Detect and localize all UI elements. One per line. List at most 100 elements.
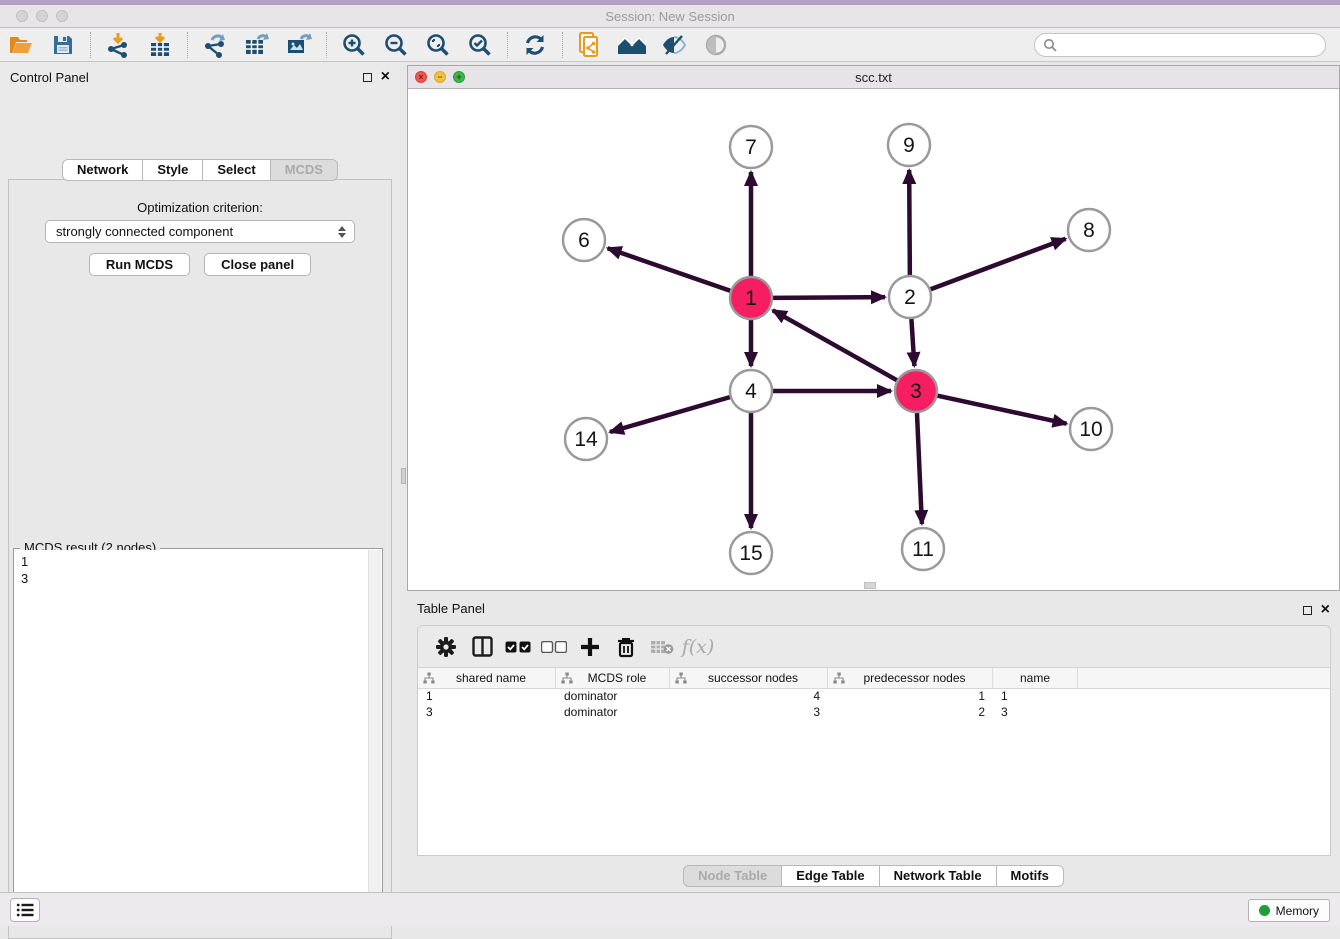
tab-mcds[interactable]: MCDS — [271, 159, 338, 181]
hierarchy-icon — [675, 672, 687, 684]
zoom-in-icon[interactable] — [337, 30, 371, 60]
close-table-panel-icon[interactable]: × — [1321, 604, 1330, 616]
graph-node-10[interactable]: 10 — [1070, 408, 1112, 450]
show-graphics-details-icon[interactable] — [699, 30, 733, 60]
graph-node-8[interactable]: 8 — [1068, 209, 1110, 251]
column-header-successor-nodes[interactable]: successor nodes — [670, 668, 828, 688]
network-canvas[interactable]: 1 2 3 4 6 7 8 9 10 11 14 15 — [408, 89, 1339, 590]
graph-node-1[interactable]: 1 — [730, 277, 772, 319]
show-column-panel-icon[interactable] — [464, 632, 500, 662]
edge-4-14 — [610, 397, 730, 432]
result-scrollbar[interactable] — [368, 550, 381, 922]
table-row[interactable]: 3dominator323 — [418, 705, 1330, 721]
node-label: 8 — [1083, 219, 1095, 242]
splitter-handle[interactable] — [401, 468, 406, 484]
export-network-icon[interactable] — [198, 30, 232, 60]
column-header-predecessor-nodes[interactable]: predecessor nodes — [828, 668, 993, 688]
node-label: 2 — [904, 286, 916, 309]
deselect-all-checks-icon[interactable] — [536, 632, 572, 662]
node-table-container: f(x) shared name MCDS rolesuccessor nodes… — [417, 625, 1331, 856]
zoom-selected-icon[interactable] — [463, 30, 497, 60]
hierarchy-icon — [833, 672, 845, 684]
criterion-select[interactable]: strongly connected component — [45, 220, 355, 243]
network-view-window: × − + scc.txt 1 2 3 4 6 7 8 9 10 11 14 15 — [407, 65, 1340, 591]
column-header-shared-name[interactable]: shared name — [418, 668, 556, 688]
edge-3-1 — [773, 310, 897, 380]
optimization-criterion-label: Optimization criterion: — [9, 200, 391, 215]
list-icon — [16, 902, 34, 918]
graph-node-3[interactable]: 3 — [895, 370, 937, 412]
refresh-layout-icon[interactable] — [518, 30, 552, 60]
table-panel: Table Panel × — [407, 595, 1340, 888]
search-icon — [1043, 38, 1057, 52]
graph-node-9[interactable]: 9 — [888, 124, 930, 166]
export-table-icon[interactable] — [240, 30, 274, 60]
table-row[interactable]: 1dominator411 — [418, 689, 1330, 705]
table-panel-header: Table Panel × — [407, 598, 1340, 620]
column-header-MCDS-role[interactable]: MCDS role — [556, 668, 670, 688]
import-table-icon[interactable] — [143, 30, 177, 60]
graph-node-7[interactable]: 7 — [730, 126, 772, 168]
clone-network-icon[interactable] — [573, 30, 607, 60]
node-label: 9 — [903, 134, 915, 157]
table-toolbar: f(x) — [418, 626, 1330, 668]
graph-node-14[interactable]: 14 — [565, 418, 607, 460]
graph-node-6[interactable]: 6 — [563, 219, 605, 261]
close-panel-icon[interactable]: × — [381, 71, 390, 83]
run-mcds-button[interactable]: Run MCDS — [89, 253, 190, 276]
table-panel-title: Table Panel — [417, 601, 485, 616]
select-all-checks-icon[interactable] — [500, 632, 536, 662]
tab-node-table[interactable]: Node Table — [683, 865, 782, 887]
control-panel: Control Panel × NetworkStyleSelectMCDS O… — [0, 62, 400, 892]
toolbar-separator — [326, 32, 327, 58]
function-builder-icon[interactable]: f(x) — [680, 632, 716, 662]
save-session-icon[interactable] — [46, 30, 80, 60]
delete-column-icon[interactable] — [608, 632, 644, 662]
graph-node-15[interactable]: 15 — [730, 532, 772, 574]
float-table-panel-icon[interactable] — [1303, 606, 1312, 615]
panel-splitter[interactable] — [400, 62, 407, 892]
tab-network[interactable]: Network — [62, 159, 143, 181]
memory-button[interactable]: Memory — [1248, 899, 1330, 922]
graph-node-2[interactable]: 2 — [889, 276, 931, 318]
network-window-titlebar[interactable]: × − + scc.txt — [408, 66, 1339, 89]
graph-node-11[interactable]: 11 — [902, 528, 944, 570]
memory-label: Memory — [1276, 904, 1319, 918]
zoom-fit-icon[interactable] — [421, 30, 455, 60]
delete-table-icon[interactable] — [644, 632, 680, 662]
toolbar-separator — [507, 32, 508, 58]
tab-style[interactable]: Style — [143, 159, 203, 181]
close-panel-button[interactable]: Close panel — [204, 253, 311, 276]
mcds-panel: Optimization criterion: strongly connect… — [8, 179, 392, 939]
network-window-title: scc.txt — [408, 70, 1339, 85]
tab-motifs[interactable]: Motifs — [997, 865, 1064, 887]
column-header-name[interactable]: name — [993, 668, 1078, 688]
node-label: 14 — [574, 428, 598, 451]
column-label: shared name — [439, 671, 555, 685]
export-image-icon[interactable] — [282, 30, 316, 60]
table-cell: 3 — [670, 705, 828, 721]
tab-edge-table[interactable]: Edge Table — [782, 865, 879, 887]
titlebar: Session: New Session — [0, 5, 1340, 28]
tab-select[interactable]: Select — [203, 159, 270, 181]
node-label: 10 — [1079, 418, 1102, 441]
network-search-field[interactable] — [1034, 33, 1326, 57]
open-session-icon[interactable] — [4, 30, 38, 60]
search-input[interactable] — [1057, 35, 1325, 55]
zoom-out-icon[interactable] — [379, 30, 413, 60]
import-network-icon[interactable] — [101, 30, 135, 60]
task-history-button[interactable] — [10, 898, 40, 922]
status-bar: Memory — [0, 892, 1340, 926]
table-settings-icon[interactable] — [428, 632, 464, 662]
add-column-icon[interactable] — [572, 632, 608, 662]
first-neighbors-icon[interactable] — [615, 30, 649, 60]
mcds-result-list[interactable]: 13 — [15, 550, 368, 922]
tab-network-table[interactable]: Network Table — [880, 865, 997, 887]
hide-selected-icon[interactable] — [657, 30, 691, 60]
toolbar-separator — [187, 32, 188, 58]
float-panel-icon[interactable] — [363, 73, 372, 82]
canvas-scroll-handle[interactable] — [864, 582, 876, 589]
node-label: 4 — [745, 380, 757, 403]
graph-node-4[interactable]: 4 — [730, 370, 772, 412]
column-label: MCDS role — [577, 671, 669, 685]
